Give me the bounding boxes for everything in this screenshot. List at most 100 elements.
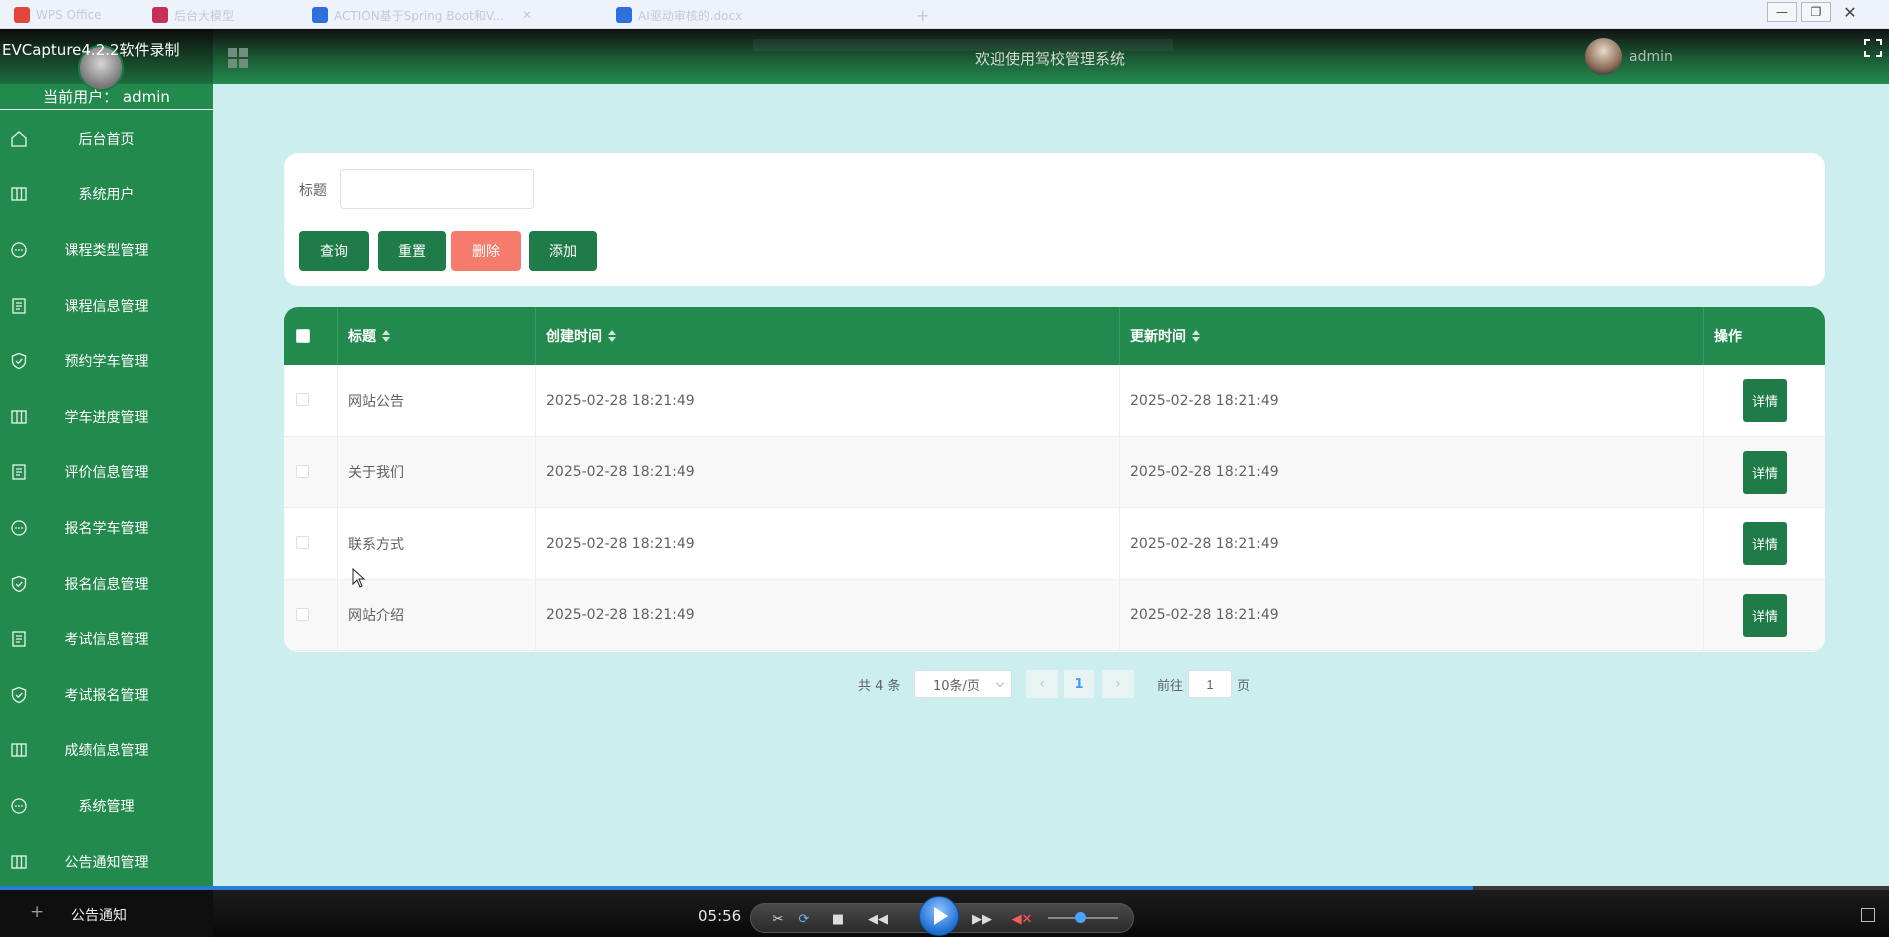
- page-number-current[interactable]: 1: [1064, 670, 1094, 698]
- sidebar-item-7[interactable]: 评价信息管理: [0, 445, 213, 501]
- sidebar-item-5[interactable]: 预约学车管理: [0, 333, 213, 389]
- sidebar-item-1[interactable]: 后台首页: [0, 111, 213, 167]
- os-tab-2[interactable]: 后台大模型: [152, 4, 234, 26]
- top-header: 欢迎使用驾校管理系统 admin: [213, 29, 1889, 84]
- sidebar-item-label: 课程信息管理: [64, 298, 149, 315]
- row-checkbox[interactable]: [296, 393, 309, 406]
- select-all-checkbox[interactable]: [296, 329, 310, 343]
- os-tab-wps[interactable]: WPS Office: [14, 4, 102, 26]
- reset-button[interactable]: 重置: [378, 231, 446, 271]
- plus-icon: +: [30, 902, 45, 922]
- sidebar-item-label: 系统用户: [78, 187, 135, 204]
- shuffle-icon[interactable]: ✂: [769, 910, 787, 928]
- goto-page-input[interactable]: [1188, 670, 1232, 698]
- delete-button[interactable]: 删除: [451, 231, 521, 271]
- select-cell: [284, 579, 338, 651]
- new-tab-plus-icon[interactable]: +: [916, 4, 929, 26]
- row-checkbox[interactable]: [296, 607, 309, 621]
- cell-created: 2025-02-28 18:21:49: [536, 579, 1120, 651]
- expand-icon[interactable]: [1861, 908, 1875, 922]
- close-icon[interactable]: ✕: [522, 8, 532, 22]
- grid-menu-icon[interactable]: [227, 47, 249, 69]
- add-button[interactable]: 添加: [529, 231, 597, 271]
- table-header: 标题 创建时间 更新时间 操作: [284, 307, 1825, 365]
- user-avatar[interactable]: [1585, 38, 1622, 75]
- cell-updated: 2025-02-28 18:21:49: [1120, 579, 1704, 651]
- row-checkbox[interactable]: [296, 464, 309, 478]
- repeat-icon[interactable]: ⟳: [795, 910, 813, 928]
- table-row: 网站公告 2025-02-28 18:21:49 2025-02-28 18:21:…: [284, 365, 1825, 437]
- sidebar-item-label: 预约学车管理: [64, 354, 149, 371]
- cell-title: 网站公告: [338, 365, 536, 436]
- media-control-bar: 05:56 ✂ ⟳ ■ ◀◀ ▶▶ ◀✕: [213, 890, 1889, 937]
- column-header-created[interactable]: 创建时间: [536, 307, 1120, 365]
- welcome-text: 欢迎使用驾校管理系统: [975, 50, 1126, 68]
- detail-button[interactable]: 详情: [1743, 593, 1787, 637]
- column-header-actions: 操作: [1714, 329, 1742, 345]
- sort-icon[interactable]: [382, 330, 390, 342]
- sidebar-item-13[interactable]: 系统管理: [0, 778, 213, 834]
- next-page-button[interactable]: ›: [1102, 670, 1134, 698]
- play-icon: [934, 907, 948, 925]
- sort-icon[interactable]: [1192, 330, 1200, 342]
- query-button[interactable]: 查询: [299, 231, 369, 271]
- table-row: 网站介绍 2025-02-28 18:21:49 2025-02-28 18:21:…: [284, 579, 1825, 651]
- detail-button[interactable]: 详情: [1743, 450, 1787, 494]
- chevron-down-icon: [995, 678, 1005, 688]
- detail-button[interactable]: 详情: [1743, 379, 1787, 422]
- table-row: 关于我们 2025-02-28 18:21:49 2025-02-28 18:21:…: [284, 436, 1825, 508]
- sidebar-bottom-label: 公告通知: [71, 908, 127, 924]
- divider: [0, 109, 213, 110]
- sidebar-item-12[interactable]: 成绩信息管理: [0, 723, 213, 779]
- sidebar-item-11[interactable]: 考试报名管理: [0, 667, 213, 723]
- stop-icon[interactable]: ■: [829, 910, 847, 928]
- os-tab-3[interactable]: ACTION基于Spring Boot和V... ✕: [312, 4, 532, 26]
- document-blue-icon: [616, 7, 632, 23]
- cell-created: 2025-02-28 18:21:49: [536, 436, 1120, 508]
- document-blue-icon: [312, 7, 328, 23]
- close-window-button[interactable]: ✕: [1835, 2, 1865, 22]
- sidebar-item-label: 学车进度管理: [64, 409, 149, 426]
- sidebar-item-10[interactable]: 考试信息管理: [0, 611, 213, 667]
- sidebar-item-4[interactable]: 课程信息管理: [0, 278, 213, 334]
- sidebar-item-6[interactable]: 学车进度管理: [0, 389, 213, 445]
- data-table: 标题 创建时间 更新时间 操作 网站公告 2025-02-28 18:21:49 2…: [284, 307, 1825, 652]
- sidebar-item-14[interactable]: 公告通知管理: [0, 834, 213, 890]
- sidebar-item-2[interactable]: 系统用户: [0, 167, 213, 223]
- table-row: 联系方式 2025-02-28 18:21:49 2025-02-28 18:21:…: [284, 508, 1825, 580]
- sidebar-item-label: 考试信息管理: [64, 632, 149, 649]
- sidebar-bottom[interactable]: + 公告通知: [0, 890, 213, 937]
- pagination-total: 共 4 条: [858, 678, 901, 694]
- cell-updated: 2025-02-28 18:21:49: [1120, 508, 1704, 579]
- rewind-icon[interactable]: ◀◀: [865, 910, 891, 928]
- mute-icon[interactable]: ◀✕: [1012, 910, 1033, 928]
- volume-knob[interactable]: [1074, 912, 1086, 923]
- fast-forward-icon[interactable]: ▶▶: [969, 910, 995, 928]
- sidebar-item-3[interactable]: 课程类型管理: [0, 222, 213, 278]
- fullscreen-icon[interactable]: [1864, 39, 1882, 57]
- column-header-title[interactable]: 标题: [338, 307, 536, 365]
- page-size-select[interactable]: 10条/页: [914, 670, 1012, 698]
- sidebar-item-8[interactable]: 报名学车管理: [0, 500, 213, 556]
- goto-label: 前往: [1157, 678, 1184, 694]
- mouse-cursor-icon: [352, 568, 366, 588]
- title-search-input[interactable]: [340, 169, 534, 209]
- play-button[interactable]: [919, 896, 959, 936]
- page-suffix: 页: [1237, 678, 1251, 694]
- sort-icon[interactable]: [608, 330, 616, 342]
- user-name[interactable]: admin: [1629, 49, 1673, 65]
- os-tab-strip: WPS Office 后台大模型 ACTION基于Spring Boot和V..…: [0, 0, 1889, 29]
- playback-time: 05:56: [698, 907, 742, 925]
- column-header-updated[interactable]: 更新时间: [1120, 307, 1704, 365]
- minimize-button[interactable]: —: [1767, 2, 1797, 22]
- os-tab-4[interactable]: AI驱动审核的.docx: [616, 4, 742, 26]
- detail-button[interactable]: 详情: [1743, 522, 1787, 565]
- prev-page-button[interactable]: ‹: [1026, 670, 1058, 698]
- select-all-cell: [284, 307, 338, 365]
- maximize-button[interactable]: ❐: [1801, 2, 1831, 22]
- sidebar-item-label: 成绩信息管理: [64, 743, 149, 760]
- row-checkbox[interactable]: [296, 536, 309, 549]
- sidebar-item-9[interactable]: 报名信息管理: [0, 556, 213, 612]
- sidebar-item-label: 报名学车管理: [64, 520, 149, 537]
- sidebar-item-label: 系统管理: [78, 798, 135, 815]
